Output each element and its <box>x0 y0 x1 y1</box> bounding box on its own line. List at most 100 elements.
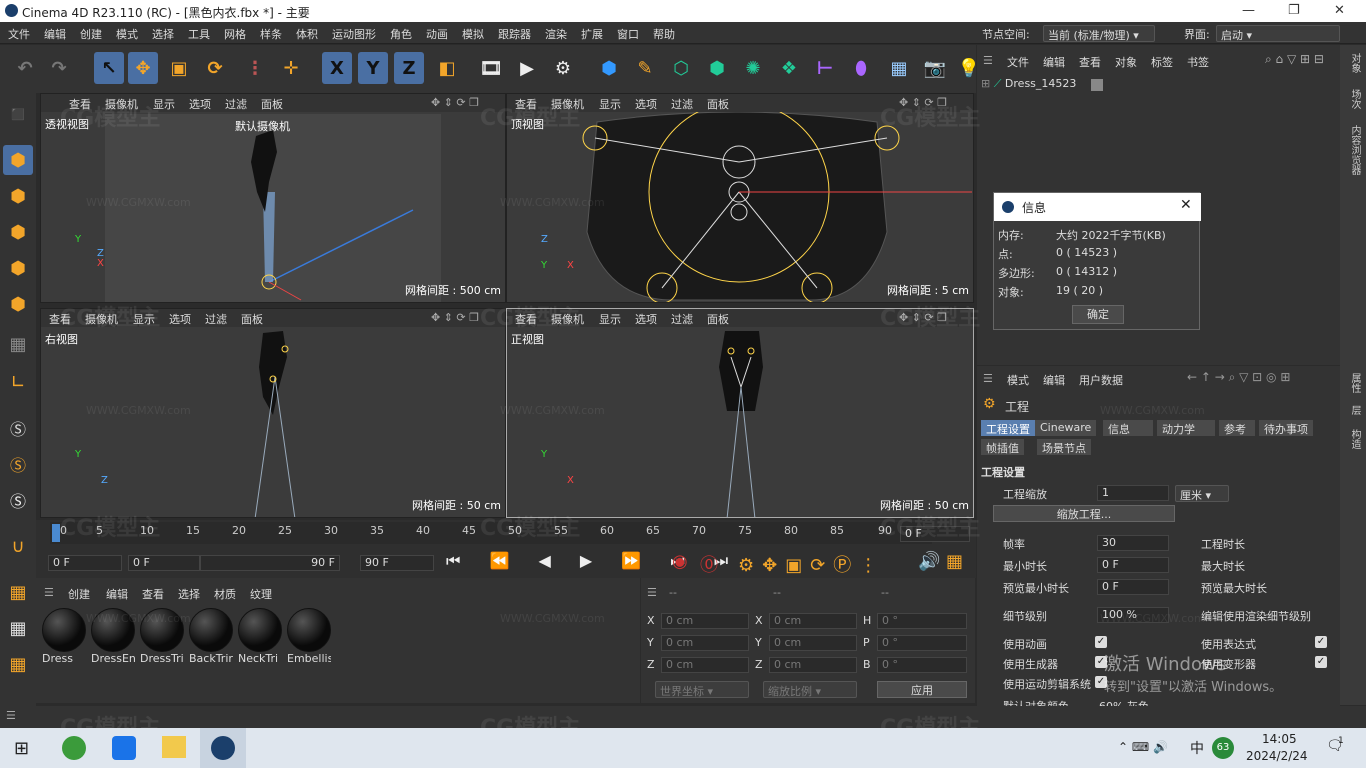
timeline-ruler[interactable] <box>50 522 932 544</box>
use-deformers-checkbox[interactable]: ✓ <box>1315 656 1327 668</box>
polygons-mode-icon[interactable]: ⬢ <box>3 289 33 319</box>
tray-icons[interactable]: ⌃ ⌨ 🔊 <box>1118 740 1168 754</box>
current-range-start[interactable]: 0 F <box>128 555 200 571</box>
floor-icon[interactable]: ▦ <box>884 52 914 84</box>
side-tab-structure[interactable]: 构造 <box>1347 429 1362 449</box>
auto-key-icon[interactable]: ⓪ <box>700 551 718 577</box>
vp-menu-view[interactable]: 查看 <box>69 96 91 112</box>
menu-mesh[interactable]: 网格 <box>224 26 246 42</box>
default-color-value[interactable]: 60% 灰色 <box>1099 698 1149 706</box>
ok-button[interactable]: 确定 <box>1072 305 1124 324</box>
tab-info[interactable]: 信息 <box>1103 420 1153 436</box>
use-animation-checkbox[interactable]: ✓ <box>1095 636 1107 648</box>
undo-icon[interactable]: ↶ <box>10 52 40 84</box>
vp-menu-display[interactable]: 显示 <box>599 311 621 327</box>
menu-edit[interactable]: 编辑 <box>44 26 66 42</box>
playhead[interactable] <box>52 524 60 542</box>
coordinate-system-icon[interactable]: ◧ <box>432 52 462 84</box>
app-icon[interactable] <box>112 736 136 760</box>
project-scale-field[interactable]: 1 <box>1097 485 1169 501</box>
snap-icon[interactable]: Ⓢ <box>3 413 33 443</box>
obj-manager-icons[interactable]: ⌕ ⌂ ▽ ⊞ ⊟ <box>1265 52 1324 67</box>
current-range-end[interactable]: 90 F <box>200 555 340 571</box>
tab-reference[interactable]: 参考 <box>1219 420 1255 436</box>
vp-menu-filter[interactable]: 过滤 <box>225 96 247 112</box>
array-icon[interactable]: ✺ <box>738 52 768 84</box>
mat-menu-material[interactable]: 材质 <box>214 586 236 602</box>
tab-project-settings[interactable]: 工程设置 <box>981 420 1035 436</box>
visibility-toggle-icon[interactable] <box>1091 79 1103 91</box>
vp-menu-panel[interactable]: 面板 <box>241 311 263 327</box>
mat-menu-edit[interactable]: 编辑 <box>106 586 128 602</box>
menu-file[interactable]: 文件 <box>8 26 30 42</box>
pen-spline-icon[interactable]: ✎ <box>630 52 660 84</box>
obj-menu-tags[interactable]: 标签 <box>1151 54 1173 70</box>
tab-dynamics[interactable]: 动力学 <box>1157 420 1215 436</box>
rotation-b-field[interactable]: 0 ° <box>877 657 967 673</box>
vp-nav-icons[interactable]: ✥ ⇕ ⟳ ❐ <box>431 96 479 109</box>
make-editable-icon[interactable]: ⬛ <box>3 99 33 129</box>
workplane-snap-icon[interactable]: Ⓢ <box>3 449 33 479</box>
hamburger-icon[interactable]: ☰ <box>6 709 16 722</box>
fps-field[interactable]: 30 <box>1097 535 1169 551</box>
texture-mode-icon[interactable]: ⬢ <box>3 181 33 211</box>
z-axis-lock-button[interactable]: Z <box>394 52 424 84</box>
move-tool-icon[interactable]: ✥ <box>128 52 158 84</box>
vp-menu-options[interactable]: 选项 <box>189 96 211 112</box>
vp-nav-icons[interactable]: ✥ ⇕ ⟳ ❐ <box>899 96 947 109</box>
recent-tool-icon[interactable]: ⋮ <box>240 52 270 84</box>
preview-min-field[interactable]: 0 F <box>1097 579 1169 595</box>
mat-menu-select[interactable]: 选择 <box>178 586 200 602</box>
cube-icon[interactable]: ⬢ <box>594 52 624 84</box>
browser-icon[interactable] <box>62 736 86 760</box>
uv-mode-icon[interactable]: ▦ <box>3 329 33 359</box>
use-expressions-checkbox[interactable]: ✓ <box>1315 636 1327 648</box>
vp-menu-display[interactable]: 显示 <box>599 96 621 112</box>
attr-menu-mode[interactable]: 模式 <box>1007 372 1029 388</box>
camera-icon[interactable]: 📷 <box>920 52 950 84</box>
viewport-perspective[interactable]: 查看 摄像机 显示 选项 过滤 面板 ✥ ⇕ ⟳ ❐ 透视视图 默认摄像机 Y … <box>40 93 506 303</box>
mat-menu-create[interactable]: 创建 <box>68 586 90 602</box>
vp-menu-filter[interactable]: 过滤 <box>671 96 693 112</box>
rotation-h-field[interactable]: 0 ° <box>877 613 967 629</box>
edges-mode-icon[interactable]: ⬢ <box>3 253 33 283</box>
menu-render[interactable]: 渲染 <box>545 26 567 42</box>
menu-create[interactable]: 创建 <box>80 26 102 42</box>
vp-menu-view[interactable]: 查看 <box>515 96 537 112</box>
menu-tools[interactable]: 工具 <box>188 26 210 42</box>
material-swatch[interactable]: NeckTri <box>238 608 284 668</box>
lock-workplane-icon[interactable]: ▦ <box>3 613 33 643</box>
vp-menu-panel[interactable]: 面板 <box>261 96 283 112</box>
vp-menu-filter[interactable]: 过滤 <box>205 311 227 327</box>
menu-extensions[interactable]: 扩展 <box>581 26 603 42</box>
select-tool-icon[interactable]: ↖ <box>94 52 124 84</box>
playback-controls[interactable]: ⏮ ⏪ ◀ ▶ ⏩ ⏭ ⏭ <box>446 551 740 571</box>
tab-todo[interactable]: 待办事项 <box>1259 420 1313 436</box>
size-z-field[interactable]: 0 cm <box>769 657 857 673</box>
vp-menu-options[interactable]: 选项 <box>169 311 191 327</box>
menu-volume[interactable]: 体积 <box>296 26 318 42</box>
extrude-icon[interactable]: ⬢ <box>702 52 732 84</box>
quantize-icon[interactable]: Ⓢ <box>3 485 33 515</box>
vp-menu-view[interactable]: 查看 <box>49 311 71 327</box>
side-tab-attributes[interactable]: 属性 <box>1347 373 1362 393</box>
points-mode-icon[interactable]: ⬢ <box>3 217 33 247</box>
menu-tracker[interactable]: 跟踪器 <box>498 26 531 42</box>
obj-menu-object[interactable]: 对象 <box>1115 54 1137 70</box>
vp-menu-options[interactable]: 选项 <box>635 96 657 112</box>
close-icon[interactable]: ✕ <box>1334 3 1345 18</box>
axis-mode-icon[interactable]: ∟ <box>3 367 33 397</box>
vp-menu-view[interactable]: 查看 <box>515 311 537 327</box>
material-swatch[interactable]: DressTri <box>140 608 186 668</box>
max-frame-field[interactable]: 90 F <box>360 555 434 571</box>
viewport-right[interactable]: 查看 摄像机 显示 选项 过滤 面板 ✥ ⇕ ⟳ ❐ 右视图 Y Z 网格间距 … <box>40 308 506 518</box>
menu-help[interactable]: 帮助 <box>653 26 675 42</box>
tab-cineware[interactable]: Cineware <box>1035 420 1097 436</box>
menu-window[interactable]: 窗口 <box>617 26 639 42</box>
render-picture-viewer-icon[interactable]: ▶ <box>512 52 542 84</box>
layout-dropdown[interactable]: 启动 ▾ <box>1216 25 1340 42</box>
windows-start-icon[interactable]: ⊞ <box>14 738 29 759</box>
vp-menu-camera[interactable]: 摄像机 <box>551 311 584 327</box>
vp-menu-options[interactable]: 选项 <box>635 311 657 327</box>
rotate-tool-icon[interactable]: ⟳ <box>200 52 230 84</box>
